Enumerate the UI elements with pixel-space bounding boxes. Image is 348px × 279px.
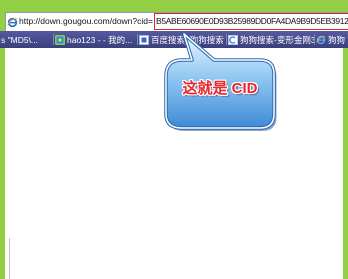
- bookmark-gougou-transformers[interactable]: 狗狗搜索-变形金刚3: [228, 31, 314, 48]
- cid-value[interactable]: B5ABE60690E0D93B25989DD0FA4DA9B9D5EB3912: [156, 14, 348, 28]
- bookmark-baidu-gougou[interactable]: 百度搜索_狗狗搜索: [139, 31, 225, 48]
- bookmark-hao123[interactable]: hao123 - - 我的...: [55, 31, 135, 48]
- baidu-page-icon: [139, 34, 149, 45]
- bookmark-label: hao123 - - 我的...: [67, 34, 133, 45]
- callout-text: 这就是 CID: [182, 80, 258, 97]
- bookmark-label: s "MD5\...: [1, 34, 39, 45]
- page-edge-line: [9, 238, 10, 279]
- gougou-page-icon: [228, 34, 238, 45]
- hao123-icon: [55, 34, 65, 45]
- bookmark-label: 狗狗: [328, 34, 346, 45]
- cid-highlight-box: B5ABE60690E0D93B25989DD0FA4DA9B9D5EB3912: [154, 13, 348, 30]
- bookmark-label: 百度搜索_狗狗搜索: [151, 34, 224, 45]
- bookmark-gougou[interactable]: 狗狗: [316, 31, 348, 48]
- bookmark-separator: [226, 34, 227, 45]
- bookmark-separator: [314, 34, 315, 45]
- bookmarks-bar: s "MD5\... hao123 - - 我的... 百度搜索_狗狗搜索 狗狗…: [0, 31, 348, 48]
- ie-icon: [316, 35, 326, 44]
- bookmark-separator: [137, 34, 138, 45]
- url-prefix[interactable]: http://down.gougou.com/down?cid=: [19, 14, 153, 28]
- bookmark-label: 狗狗搜索-变形金刚3: [240, 34, 314, 45]
- bookmark-separator: [53, 34, 54, 45]
- bookmark-md5[interactable]: s "MD5\...: [1, 31, 51, 48]
- ie-icon: [7, 15, 18, 28]
- address-bar[interactable]: http://down.gougou.com/down?cid= B5ABE60…: [5, 12, 348, 31]
